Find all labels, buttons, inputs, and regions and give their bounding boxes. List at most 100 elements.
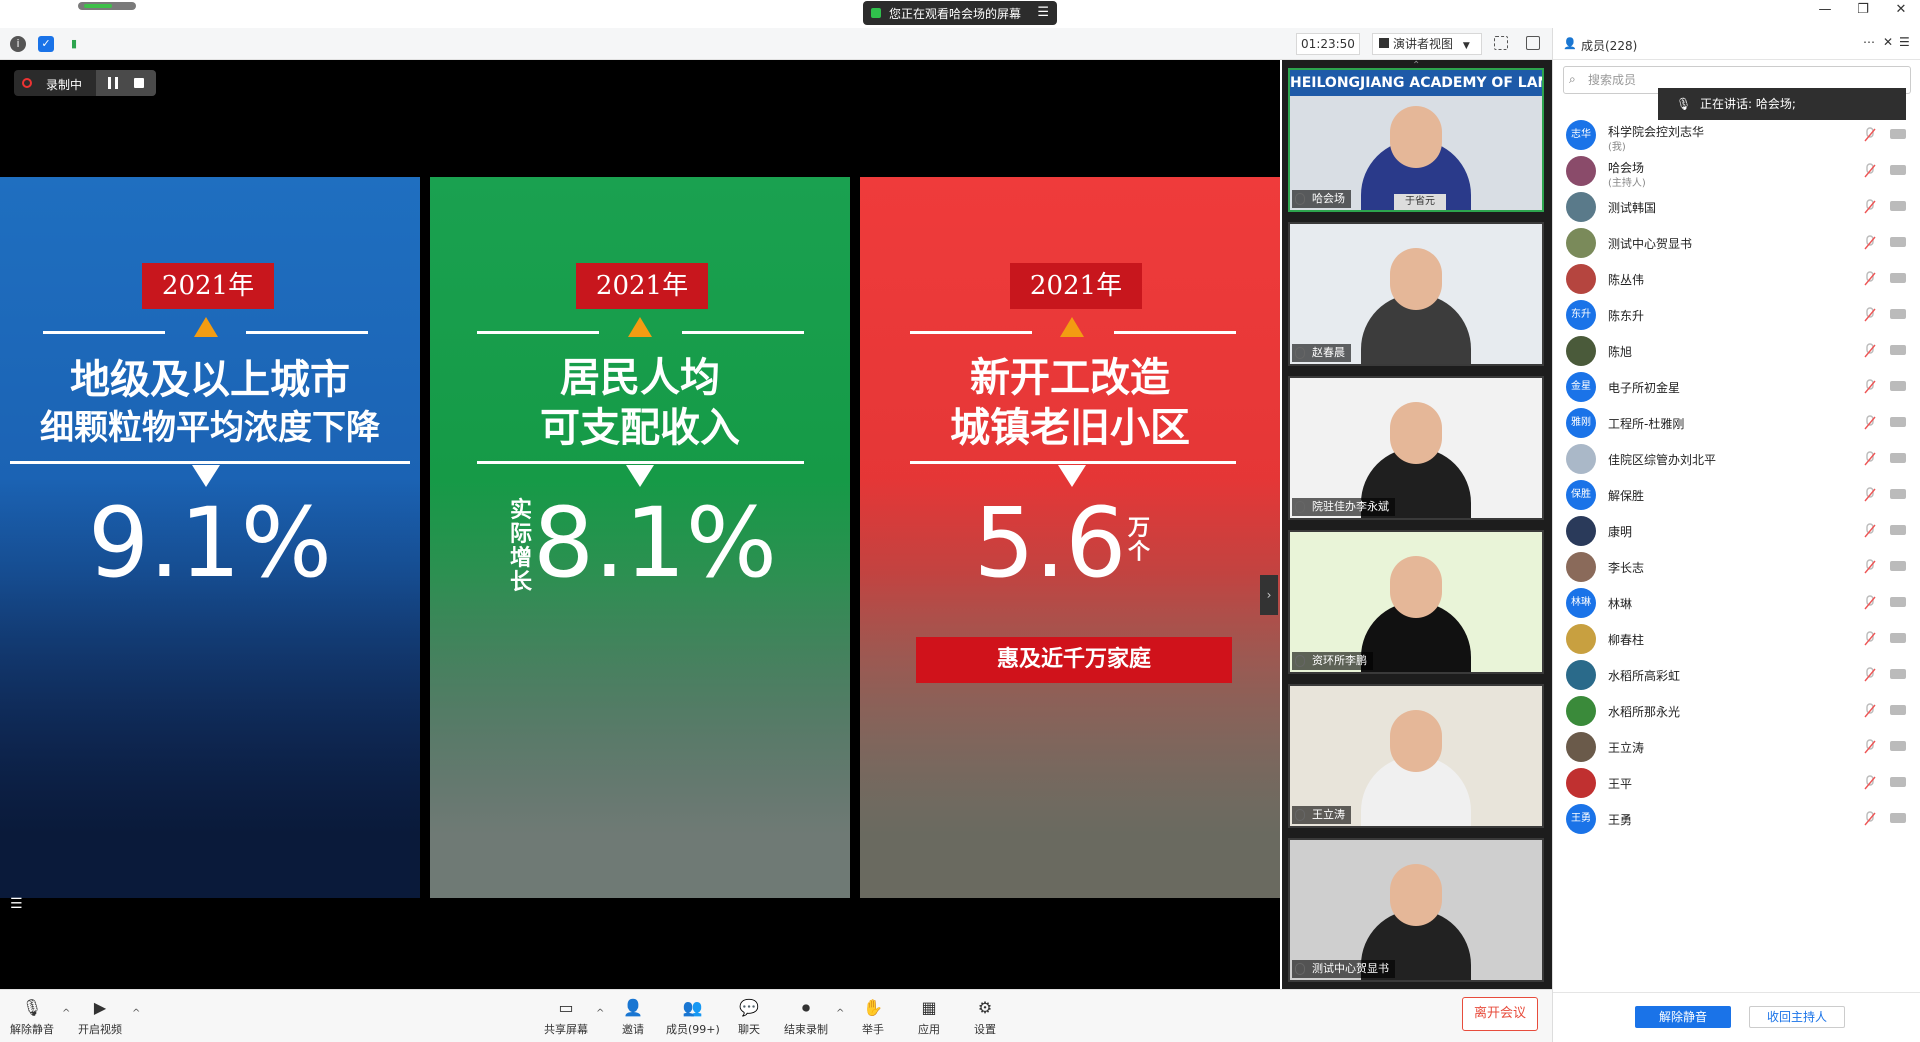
collapse-strip-button[interactable]: ›: [1260, 575, 1278, 615]
camera-off-icon[interactable]: [1890, 453, 1906, 463]
video-tile[interactable]: 赵春晨: [1288, 222, 1544, 366]
video-tile[interactable]: 院驻佳办李永斌: [1288, 376, 1544, 520]
camera-off-icon[interactable]: [1890, 669, 1906, 679]
close-icon[interactable]: ✕: [1883, 35, 1893, 49]
signal-bars-icon[interactable]: ▮: [66, 36, 82, 52]
member-row[interactable]: 李长志: [1564, 546, 1914, 582]
mic-muted-icon[interactable]: [1864, 127, 1876, 142]
video-tile[interactable]: 资环所李鹏: [1288, 530, 1544, 674]
apps-button[interactable]: ▦ 应用: [918, 998, 940, 1037]
mic-muted-icon[interactable]: [1864, 235, 1876, 250]
mic-muted-icon[interactable]: [1864, 163, 1876, 178]
shield-icon[interactable]: ✓: [38, 36, 54, 52]
list-icon[interactable]: ☰: [10, 896, 23, 912]
mic-muted-icon[interactable]: [1864, 559, 1876, 574]
camera-off-icon[interactable]: [1890, 417, 1906, 427]
mic-muted-icon[interactable]: [1864, 379, 1876, 394]
camera-off-icon[interactable]: [1890, 381, 1906, 391]
end-recording-button[interactable]: ⏺ 结束录制: [784, 998, 828, 1037]
member-row[interactable]: 测试中心贺显书: [1564, 222, 1914, 258]
camera-off-icon[interactable]: [1890, 813, 1906, 823]
member-row[interactable]: 陈丛伟: [1564, 258, 1914, 294]
camera-off-icon[interactable]: [1890, 741, 1906, 751]
mic-muted-icon[interactable]: [1864, 631, 1876, 646]
member-row[interactable]: 水稻所高彩虹: [1564, 654, 1914, 690]
mic-muted-icon[interactable]: [1864, 451, 1876, 466]
more-icon[interactable]: ⋯: [1863, 35, 1875, 49]
settings-button[interactable]: ⚙ 设置: [974, 998, 996, 1037]
view-mode-select[interactable]: 演讲者视图 ▼: [1372, 33, 1482, 55]
maximize-icon[interactable]: ❐: [1844, 2, 1882, 17]
unmute-all-button[interactable]: 解除静音: [1635, 1006, 1731, 1028]
chevron-up-icon[interactable]: ^: [836, 1008, 844, 1019]
mic-muted-icon[interactable]: [1864, 595, 1876, 610]
member-row[interactable]: 柳春柱: [1564, 618, 1914, 654]
video-tile[interactable]: HEILONGJIANG ACADEMY OF LAND RE 于省元 哈会场: [1288, 68, 1544, 212]
camera-off-icon[interactable]: [1890, 309, 1906, 319]
member-row[interactable]: 王勇 王勇: [1564, 798, 1914, 834]
close-icon[interactable]: ✕: [1882, 2, 1920, 17]
pause-icon[interactable]: [108, 77, 118, 89]
minimize-icon[interactable]: —: [1806, 2, 1844, 17]
mic-muted-icon[interactable]: [1864, 487, 1876, 502]
mic-muted-icon[interactable]: [1864, 523, 1876, 538]
mic-muted-icon[interactable]: [1864, 739, 1876, 754]
member-row[interactable]: 陈旭: [1564, 330, 1914, 366]
camera-off-icon[interactable]: [1890, 129, 1906, 139]
camera-off-icon[interactable]: [1890, 165, 1906, 175]
chevron-up-icon[interactable]: ^: [132, 1008, 140, 1019]
member-row[interactable]: 康明: [1564, 510, 1914, 546]
member-row[interactable]: 测试韩国: [1564, 186, 1914, 222]
member-row[interactable]: 金星 电子所初金星: [1564, 366, 1914, 402]
chevron-up-icon[interactable]: ^: [596, 1008, 604, 1019]
camera-off-icon[interactable]: [1890, 237, 1906, 247]
member-row[interactable]: 佳院区综管办刘北平: [1564, 438, 1914, 474]
member-row[interactable]: 雅刚 工程所-杜雅刚: [1564, 402, 1914, 438]
member-row[interactable]: 哈会场 (主持人): [1564, 150, 1914, 189]
share-screen-button[interactable]: ▭ 共享屏幕: [544, 998, 588, 1037]
menu-icon[interactable]: ☰: [1037, 5, 1049, 20]
mic-muted-icon[interactable]: [1864, 811, 1876, 826]
member-row[interactable]: 保胜 解保胜: [1564, 474, 1914, 510]
mic-muted-icon[interactable]: [1864, 307, 1876, 322]
invite-button[interactable]: 👤 邀请: [622, 998, 644, 1037]
menu-icon[interactable]: ☰: [1899, 35, 1910, 49]
camera-off-icon[interactable]: [1890, 273, 1906, 283]
camera-off-icon[interactable]: [1890, 561, 1906, 571]
member-row[interactable]: 志华 科学院会控刘志华 (我): [1564, 114, 1914, 153]
chevron-up-icon[interactable]: ^: [62, 1008, 70, 1019]
chat-button[interactable]: 💬 聊天: [738, 998, 760, 1037]
raise-hand-button[interactable]: ✋ 举手: [862, 998, 884, 1037]
start-video-button[interactable]: ▶ 开启视频: [78, 998, 122, 1037]
video-tile[interactable]: 王立涛: [1288, 684, 1544, 828]
mic-muted-icon[interactable]: [1864, 703, 1876, 718]
member-row[interactable]: 水稻所那永光: [1564, 690, 1914, 726]
camera-off-icon[interactable]: [1890, 705, 1906, 715]
sidebar-toggle-icon[interactable]: [1526, 36, 1540, 50]
stop-icon[interactable]: [134, 78, 144, 88]
camera-off-icon[interactable]: [1890, 201, 1906, 211]
camera-off-icon[interactable]: [1890, 777, 1906, 787]
members-button[interactable]: 👥 成员(99+): [666, 998, 720, 1037]
camera-off-icon[interactable]: [1890, 525, 1906, 535]
camera-off-icon[interactable]: [1890, 489, 1906, 499]
mic-muted-icon[interactable]: [1864, 667, 1876, 682]
reclaim-host-button[interactable]: 收回主持人: [1749, 1006, 1845, 1028]
leave-meeting-button[interactable]: 离开会议: [1462, 997, 1538, 1031]
camera-off-icon[interactable]: [1890, 597, 1906, 607]
member-row[interactable]: 王立涛: [1564, 726, 1914, 762]
mic-muted-icon[interactable]: [1864, 775, 1876, 790]
fullscreen-icon[interactable]: [1494, 36, 1508, 50]
member-row[interactable]: 东升 陈东升: [1564, 294, 1914, 330]
member-row[interactable]: 林琳 林琳: [1564, 582, 1914, 618]
video-tile[interactable]: 测试中心贺显书: [1288, 838, 1544, 982]
screen-share-banner[interactable]: 您正在观看哈会场的屏幕 ☰: [863, 1, 1057, 25]
info-icon[interactable]: i: [10, 36, 26, 52]
mic-muted-icon[interactable]: [1864, 199, 1876, 214]
mic-muted-icon[interactable]: [1864, 343, 1876, 358]
unmute-button[interactable]: 🎙 解除静音: [10, 998, 54, 1037]
mic-muted-icon[interactable]: [1864, 271, 1876, 286]
camera-off-icon[interactable]: [1890, 633, 1906, 643]
mic-muted-icon[interactable]: [1864, 415, 1876, 430]
camera-off-icon[interactable]: [1890, 345, 1906, 355]
